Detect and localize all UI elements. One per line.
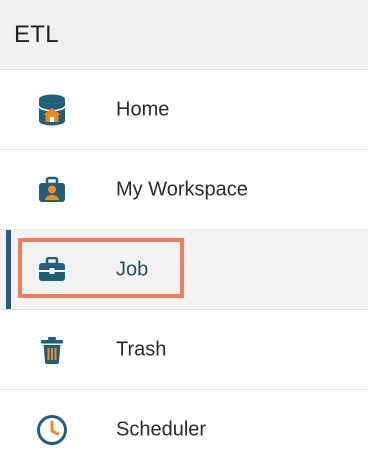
menu-label-trash: Trash [116, 338, 167, 360]
menu-item-trash[interactable]: Trash [0, 310, 368, 390]
menu-item-my-workspace[interactable]: My Workspace [0, 150, 368, 230]
panel-header: ETL [0, 0, 368, 70]
menu-label-my-workspace: My Workspace [116, 178, 248, 200]
menu-item-home[interactable]: Home [0, 70, 368, 150]
panel-title: ETL [14, 20, 59, 48]
clock-icon [36, 414, 68, 446]
menu-label-scheduler: Scheduler [116, 418, 207, 441]
menu-item-job[interactable]: Job [0, 230, 368, 310]
home-database-icon [36, 94, 68, 126]
trash-icon [36, 334, 68, 366]
menu-label-home: Home [116, 98, 170, 120]
etl-side-panel: ETL Home My Workspace Job Trash Schedule… [0, 0, 368, 468]
job-briefcase-icon [36, 254, 68, 286]
menu-label-job: Job [116, 258, 149, 280]
workspace-briefcase-icon [36, 174, 68, 206]
etl-menu: Home My Workspace Job Trash Scheduler [0, 70, 368, 470]
menu-item-scheduler[interactable]: Scheduler [0, 390, 368, 470]
